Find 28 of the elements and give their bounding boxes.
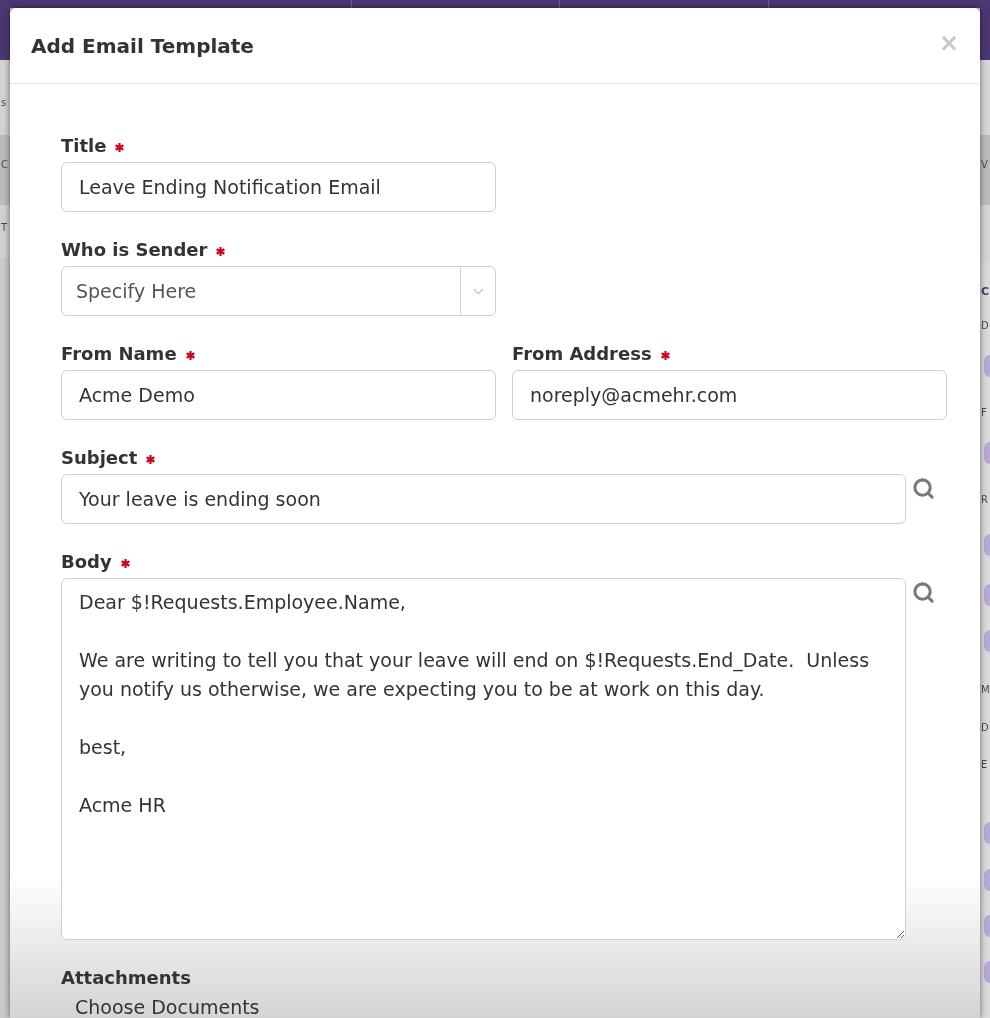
edge-text: D <box>980 721 990 735</box>
field-label: Who is Sender <box>61 238 208 262</box>
field-label: From Name <box>61 342 177 366</box>
field-label: Title <box>61 134 107 158</box>
field-label: From Address <box>512 342 652 366</box>
search-icon[interactable] <box>912 581 935 604</box>
edge-text: E <box>980 758 989 772</box>
text-input[interactable]: Your leave is ending soon <box>61 474 906 524</box>
edge-text: D <box>980 319 990 333</box>
choose-documents-dropdown[interactable]: Choose Documents <box>61 997 260 1017</box>
field-label: Attachments <box>61 966 191 990</box>
edge-text: R <box>980 493 989 507</box>
edge-text: C <box>0 158 9 172</box>
edge-heading: C <box>980 285 990 299</box>
dropdown-select[interactable]: Specify Here <box>61 266 496 316</box>
text-input[interactable]: noreply@acmehr.com <box>512 370 947 420</box>
body-textarea[interactable]: Dear $!Requests.Employee.Name, We are writing to tell you that your leave will end on $!Requests.End_Date. Unless you notify us otherwise, we are expecting you to be at work on this day. best, Acme HR <box>61 578 906 940</box>
field-label: Body <box>61 550 112 574</box>
edge-text: s <box>0 96 8 110</box>
field-label: Subject <box>61 446 138 470</box>
search-icon[interactable] <box>912 477 935 500</box>
edge-text: M <box>980 683 990 697</box>
dialog-title: Add Email Template <box>31 32 254 60</box>
text-input[interactable]: Leave Ending Notification Email <box>61 162 496 212</box>
edge-text: F <box>980 406 988 420</box>
text-input[interactable]: Acme Demo <box>61 370 496 420</box>
edge-text: T <box>0 221 9 235</box>
edge-text: V <box>980 158 989 172</box>
